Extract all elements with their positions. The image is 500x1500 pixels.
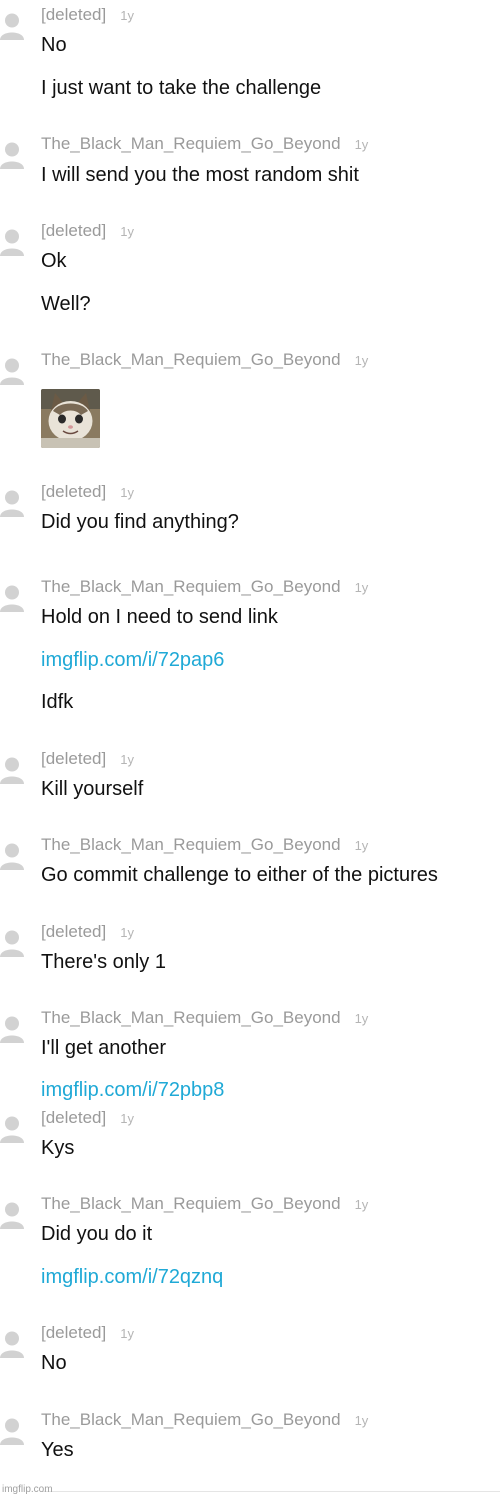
comment-time: 1y [120, 752, 134, 767]
comment-author: [deleted] [41, 1323, 107, 1342]
comment-text: I'll get another [41, 1037, 167, 1059]
comment-time: 1y [120, 8, 134, 23]
user-avatar-icon[interactable] [0, 1201, 24, 1229]
comment-author: [deleted] [41, 482, 107, 501]
imgflip-link[interactable]: imgflip.com/i/72pbp8 [41, 1078, 224, 1102]
comment-author: [deleted] [41, 5, 107, 24]
user-avatar-icon[interactable] [0, 842, 24, 870]
comment-time: 1y [354, 838, 369, 853]
comment-author[interactable]: The_Black_Man_Requiem_Go_Beyond [41, 134, 341, 153]
comment-author: [deleted] [41, 922, 107, 941]
comment-time: 1y [120, 224, 134, 239]
user-avatar-icon[interactable] [0, 228, 24, 256]
comment-time: 1y [354, 580, 369, 595]
user-avatar-icon[interactable] [0, 584, 24, 612]
user-avatar-icon[interactable] [0, 929, 24, 957]
comment-author: [deleted] [41, 749, 107, 768]
comment-time: 1y [120, 1111, 134, 1126]
comment-author[interactable]: The_Black_Man_Requiem_Go_Beyond [41, 577, 341, 596]
user-avatar-icon[interactable] [0, 1115, 24, 1143]
comment-text: Hold on I need to send link [41, 606, 278, 628]
comment-author: [deleted] [41, 221, 107, 240]
user-avatar-icon[interactable] [0, 1417, 24, 1445]
comment-text: Well? [41, 293, 91, 315]
comment-text: Ok [41, 250, 67, 272]
comment-time: 1y [354, 137, 369, 152]
comment-text: Did you find anything? [41, 511, 239, 533]
comment-author[interactable]: The_Black_Man_Requiem_Go_Beyond [41, 1194, 341, 1213]
imgflip-link[interactable]: imgflip.com/i/72qznq [41, 1265, 223, 1289]
user-avatar-icon[interactable] [0, 1330, 24, 1358]
comment-text: Idfk [41, 691, 74, 713]
imgflip-link[interactable]: imgflip.com/i/72pap6 [41, 648, 224, 672]
comment-text: Kys [41, 1137, 75, 1159]
comment-time: 1y [354, 1413, 369, 1428]
divider [40, 1491, 500, 1492]
comment-author[interactable]: The_Black_Man_Requiem_Go_Beyond [41, 1008, 341, 1027]
comment-text: No [41, 1352, 67, 1374]
comment-time: 1y [120, 925, 134, 940]
user-avatar-icon[interactable] [0, 12, 24, 40]
comment-time: 1y [354, 353, 369, 368]
comment-author: [deleted] [41, 1108, 107, 1127]
cat-face-image[interactable] [41, 389, 100, 448]
user-avatar-icon[interactable] [0, 489, 24, 517]
comment-time: 1y [120, 485, 134, 500]
watermark: imgflip.com [2, 1484, 53, 1495]
user-avatar-icon[interactable] [0, 357, 24, 385]
user-avatar-icon[interactable] [0, 1015, 24, 1043]
comment-time: 1y [354, 1197, 369, 1212]
user-avatar-icon[interactable] [0, 756, 24, 784]
comment-text: There's only 1 [41, 951, 166, 973]
comment-author[interactable]: The_Black_Man_Requiem_Go_Beyond [41, 1410, 341, 1429]
comment-text: Did you do it [41, 1223, 153, 1245]
user-avatar-icon[interactable] [0, 141, 24, 169]
comment-time: 1y [120, 1326, 134, 1341]
comment-text: I will send you the most random shit [41, 164, 359, 186]
comment-time: 1y [354, 1011, 369, 1026]
comment-text: No [41, 34, 67, 56]
comment-text: Go commit challenge to either of the pic… [41, 864, 438, 886]
comment-author[interactable]: The_Black_Man_Requiem_Go_Beyond [41, 835, 341, 854]
comment-author[interactable]: The_Black_Man_Requiem_Go_Beyond [41, 350, 341, 369]
comment-text: Yes [41, 1439, 74, 1461]
comment-text: Kill yourself [41, 778, 144, 800]
comment-text: I just want to take the challenge [41, 77, 322, 99]
